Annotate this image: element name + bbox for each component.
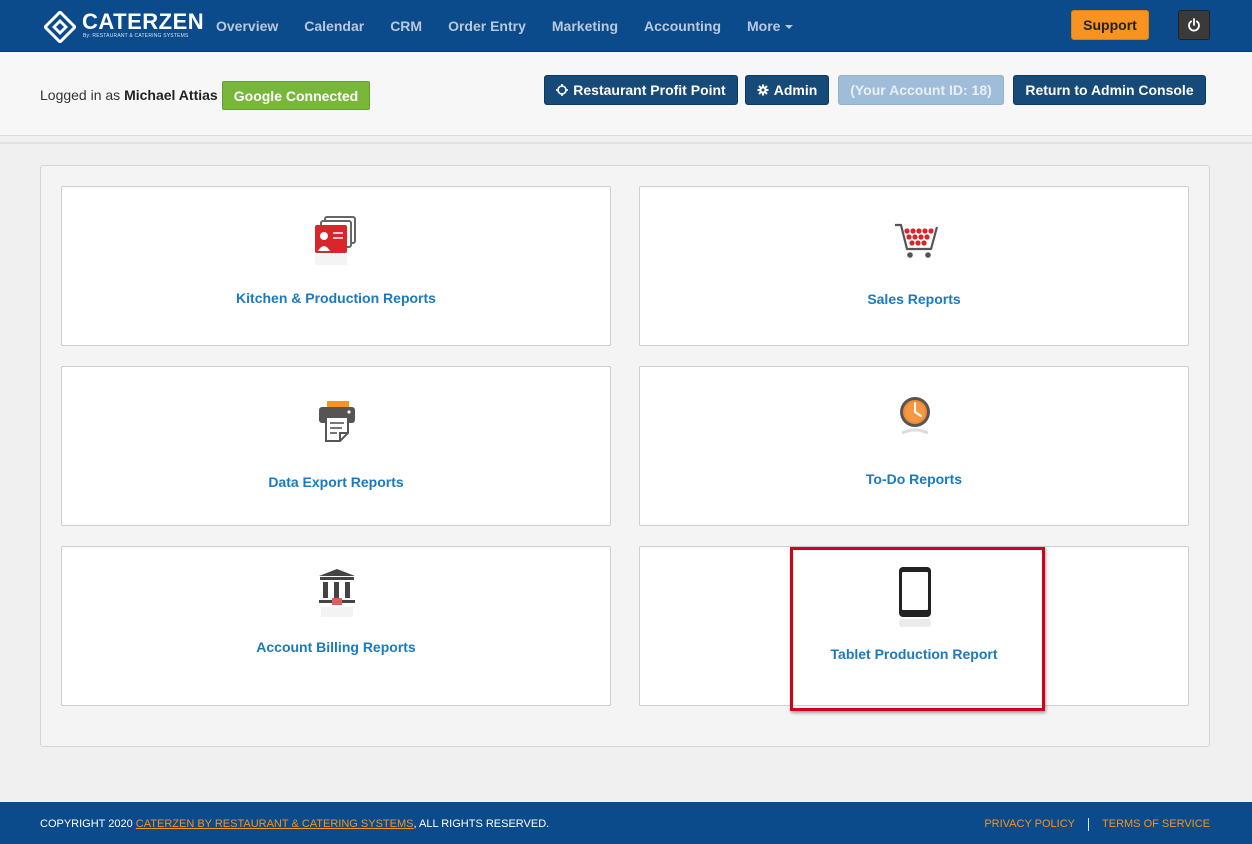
- support-button[interactable]: Support: [1071, 10, 1149, 40]
- company-link[interactable]: CATERZEN BY RESTAURANT & CATERING SYSTEM…: [136, 818, 414, 830]
- clock-icon: [884, 393, 946, 455]
- card-to-do-reports[interactable]: To-Do Reports: [639, 366, 1189, 526]
- nav-more-dropdown[interactable]: More: [734, 18, 806, 34]
- to-do-reports-label: To-Do Reports: [865, 471, 963, 487]
- kitchen-reports-icon: [306, 213, 368, 275]
- bank-icon: [306, 567, 368, 629]
- nav-marketing[interactable]: Marketing: [539, 18, 631, 34]
- gear-icon: [757, 84, 769, 96]
- copyright-text: COPYRIGHT 2020 CATERZEN BY RESTAURANT & …: [40, 818, 549, 830]
- restaurant-profit-point-button[interactable]: Restaurant Profit Point: [544, 75, 738, 105]
- admin-button[interactable]: Admin: [745, 75, 829, 105]
- header-divider: [0, 142, 1252, 144]
- nav-accounting[interactable]: Accounting: [631, 18, 734, 34]
- restaurant-profit-point-label: Restaurant Profit Point: [573, 82, 726, 98]
- nav-crm[interactable]: CRM: [377, 18, 435, 34]
- card-tablet-production-report[interactable]: Tablet Production Report: [639, 546, 1189, 706]
- shopping-cart-icon: [884, 215, 946, 277]
- tablet-production-report-label: Tablet Production Report: [830, 646, 998, 662]
- brand-tagline: By: RESTAURANT & CATERING SYSTEMS: [83, 33, 189, 39]
- copyright-prefix: COPYRIGHT 2020: [40, 818, 133, 830]
- printer-icon: [306, 397, 368, 459]
- top-navbar: CATERZEN By: RESTAURANT & CATERING SYSTE…: [0, 0, 1252, 52]
- card-sales-reports[interactable]: Sales Reports: [639, 186, 1189, 346]
- caterzen-logo[interactable]: CATERZEN By: RESTAURANT & CATERING SYSTE…: [44, 9, 204, 43]
- account-id-badge: (Your Account ID: 18): [838, 75, 1004, 105]
- nav-overview[interactable]: Overview: [203, 18, 291, 34]
- copyright-suffix: , ALL RIGHTS RESERVED.: [413, 818, 550, 830]
- card-kitchen-production-reports[interactable]: Kitchen & Production Reports: [61, 186, 611, 346]
- crosshair-icon: [556, 84, 569, 96]
- main-menu: Overview Calendar CRM Order Entry Market…: [203, 0, 806, 52]
- nav-order-entry[interactable]: Order Entry: [435, 18, 539, 34]
- nav-more-label: More: [747, 18, 781, 34]
- kitchen-production-reports-label: Kitchen & Production Reports: [236, 290, 436, 306]
- sales-reports-label: Sales Reports: [867, 291, 961, 307]
- terms-of-service-link[interactable]: TERMS OF SERVICE: [1102, 818, 1210, 831]
- footer-links: PRIVACY POLICY TERMS OF SERVICE: [984, 818, 1210, 831]
- logged-in-text: Logged in as Michael Attias: [40, 87, 218, 103]
- card-account-billing-reports[interactable]: Account Billing Reports: [61, 546, 611, 706]
- footer: COPYRIGHT 2020 CATERZEN BY RESTAURANT & …: [0, 802, 1252, 844]
- tablet-icon: [884, 565, 946, 627]
- privacy-policy-link[interactable]: PRIVACY POLICY: [984, 818, 1075, 831]
- nav-calendar[interactable]: Calendar: [291, 18, 377, 34]
- account-billing-reports-label: Account Billing Reports: [256, 639, 416, 655]
- return-to-admin-console-button[interactable]: Return to Admin Console: [1013, 75, 1206, 105]
- google-connected-badge[interactable]: Google Connected: [222, 81, 370, 110]
- caret-down-icon: [785, 25, 794, 30]
- data-export-reports-label: Data Export Reports: [268, 474, 404, 490]
- logged-in-prefix: Logged in as: [40, 87, 121, 103]
- power-icon: [1188, 18, 1200, 32]
- brand-name: CATERZEN: [82, 9, 205, 34]
- card-data-export-reports[interactable]: Data Export Reports: [61, 366, 611, 526]
- admin-label: Admin: [773, 82, 818, 98]
- footer-divider: [1088, 818, 1090, 831]
- caterzen-logo-icon: [44, 11, 76, 43]
- user-name: Michael Attias: [124, 87, 218, 103]
- logout-button[interactable]: [1178, 10, 1210, 40]
